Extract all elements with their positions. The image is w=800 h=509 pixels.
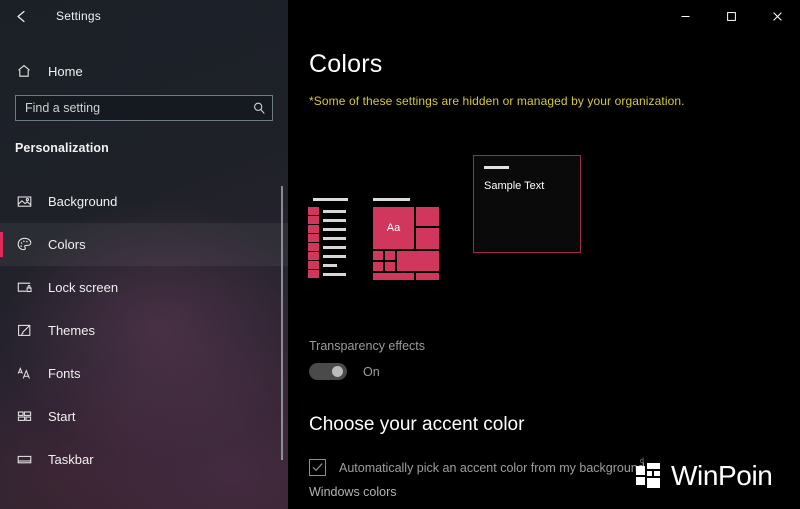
winpoin-watermark: WinPoin <box>636 460 773 491</box>
preview-tile <box>373 262 383 271</box>
transparency-toggle-row[interactable]: On <box>309 363 380 380</box>
start-menu-preview <box>308 198 348 280</box>
navigation-pane: Settings Home Personalization <box>0 0 288 509</box>
sidebar-item-label: Taskbar <box>48 452 94 467</box>
app-title: Settings <box>56 9 101 23</box>
lock-screen-icon <box>0 279 48 296</box>
sidebar-item-label: Colors <box>48 237 86 252</box>
titlebar-left: Settings <box>0 0 288 32</box>
sidebar-item-home[interactable]: Home <box>0 52 288 90</box>
sidebar-scrollbar[interactable] <box>281 186 283 460</box>
image-icon <box>0 193 48 210</box>
sidebar-item-home-label: Home <box>48 63 83 79</box>
sidebar-item-lock-screen[interactable]: Lock screen <box>0 266 288 309</box>
transparency-toggle[interactable] <box>309 363 347 380</box>
maximize-icon[interactable] <box>708 0 754 32</box>
preview-sample-text: Sample Text <box>484 180 545 192</box>
search-icon[interactable] <box>246 101 272 115</box>
sidebar-item-label: Themes <box>48 323 95 338</box>
auto-accent-label: Automatically pick an accent color from … <box>339 460 645 475</box>
windows-colors-label: Windows colors <box>309 485 397 499</box>
preview-tile <box>416 207 439 226</box>
page-title: Colors <box>309 50 383 78</box>
settings-window: Settings Home Personalization <box>0 0 800 509</box>
preview-tile <box>373 273 414 280</box>
checkmark-icon <box>312 463 323 471</box>
color-preview: Aa Sample Text <box>288 150 800 290</box>
sidebar-item-themes[interactable]: Themes <box>0 309 288 352</box>
preview-tile-aa: Aa <box>373 207 414 249</box>
sidebar-item-fonts[interactable]: Fonts <box>0 352 288 395</box>
toggle-knob <box>332 366 343 377</box>
sidebar-item-start[interactable]: Start <box>0 395 288 438</box>
sidebar-item-taskbar[interactable]: Taskbar <box>0 438 288 481</box>
start-tiles-icon <box>0 408 48 425</box>
sidebar-item-colors[interactable]: Colors <box>0 223 288 266</box>
search-box[interactable] <box>15 95 273 121</box>
auto-accent-checkbox[interactable] <box>309 459 326 476</box>
preview-tile <box>385 251 395 260</box>
close-icon[interactable] <box>754 0 800 32</box>
selection-indicator <box>0 232 3 257</box>
sidebar-item-label: Start <box>48 409 76 424</box>
organization-note: *Some of these settings are hidden or ma… <box>309 94 685 108</box>
window-controls <box>662 0 800 32</box>
sidebar-category-heading: Personalization <box>15 141 109 155</box>
preview-tile <box>385 262 395 271</box>
transparency-state-label: On <box>363 364 380 379</box>
watermark-text: WinPoin <box>671 460 773 491</box>
preview-tile <box>416 228 439 249</box>
preview-title-bar <box>313 198 348 201</box>
brush-icon <box>0 322 48 339</box>
auto-accent-checkbox-row[interactable]: Automatically pick an accent color from … <box>309 459 645 476</box>
home-icon <box>0 63 48 79</box>
start-tiles-preview: Aa <box>373 198 441 280</box>
content-pane: Colors *Some of these settings are hidde… <box>288 0 800 509</box>
transparency-label: Transparency effects <box>309 339 426 353</box>
sidebar-nav-list: Background Colors Lock screen Themes Fon… <box>0 180 288 481</box>
minimize-icon[interactable] <box>662 0 708 32</box>
accent-section-heading: Choose your accent color <box>309 414 525 435</box>
palette-icon <box>0 236 48 253</box>
preview-title-bar <box>484 166 509 169</box>
winpoin-squares-icon <box>636 463 664 489</box>
search-input[interactable] <box>16 96 246 120</box>
sidebar-item-background[interactable]: Background <box>0 180 288 223</box>
fonts-icon <box>0 365 48 382</box>
sidebar-item-label: Background <box>48 194 118 209</box>
preview-tile <box>397 251 439 271</box>
sidebar-item-label: Fonts <box>48 366 81 381</box>
preview-title-bar <box>373 198 410 201</box>
taskbar-icon <box>0 451 48 468</box>
sidebar-item-label: Lock screen <box>48 280 119 295</box>
preview-tile <box>373 251 383 260</box>
window-preview: Sample Text <box>473 155 581 253</box>
back-arrow-icon[interactable] <box>0 0 42 32</box>
preview-tile <box>416 273 439 280</box>
